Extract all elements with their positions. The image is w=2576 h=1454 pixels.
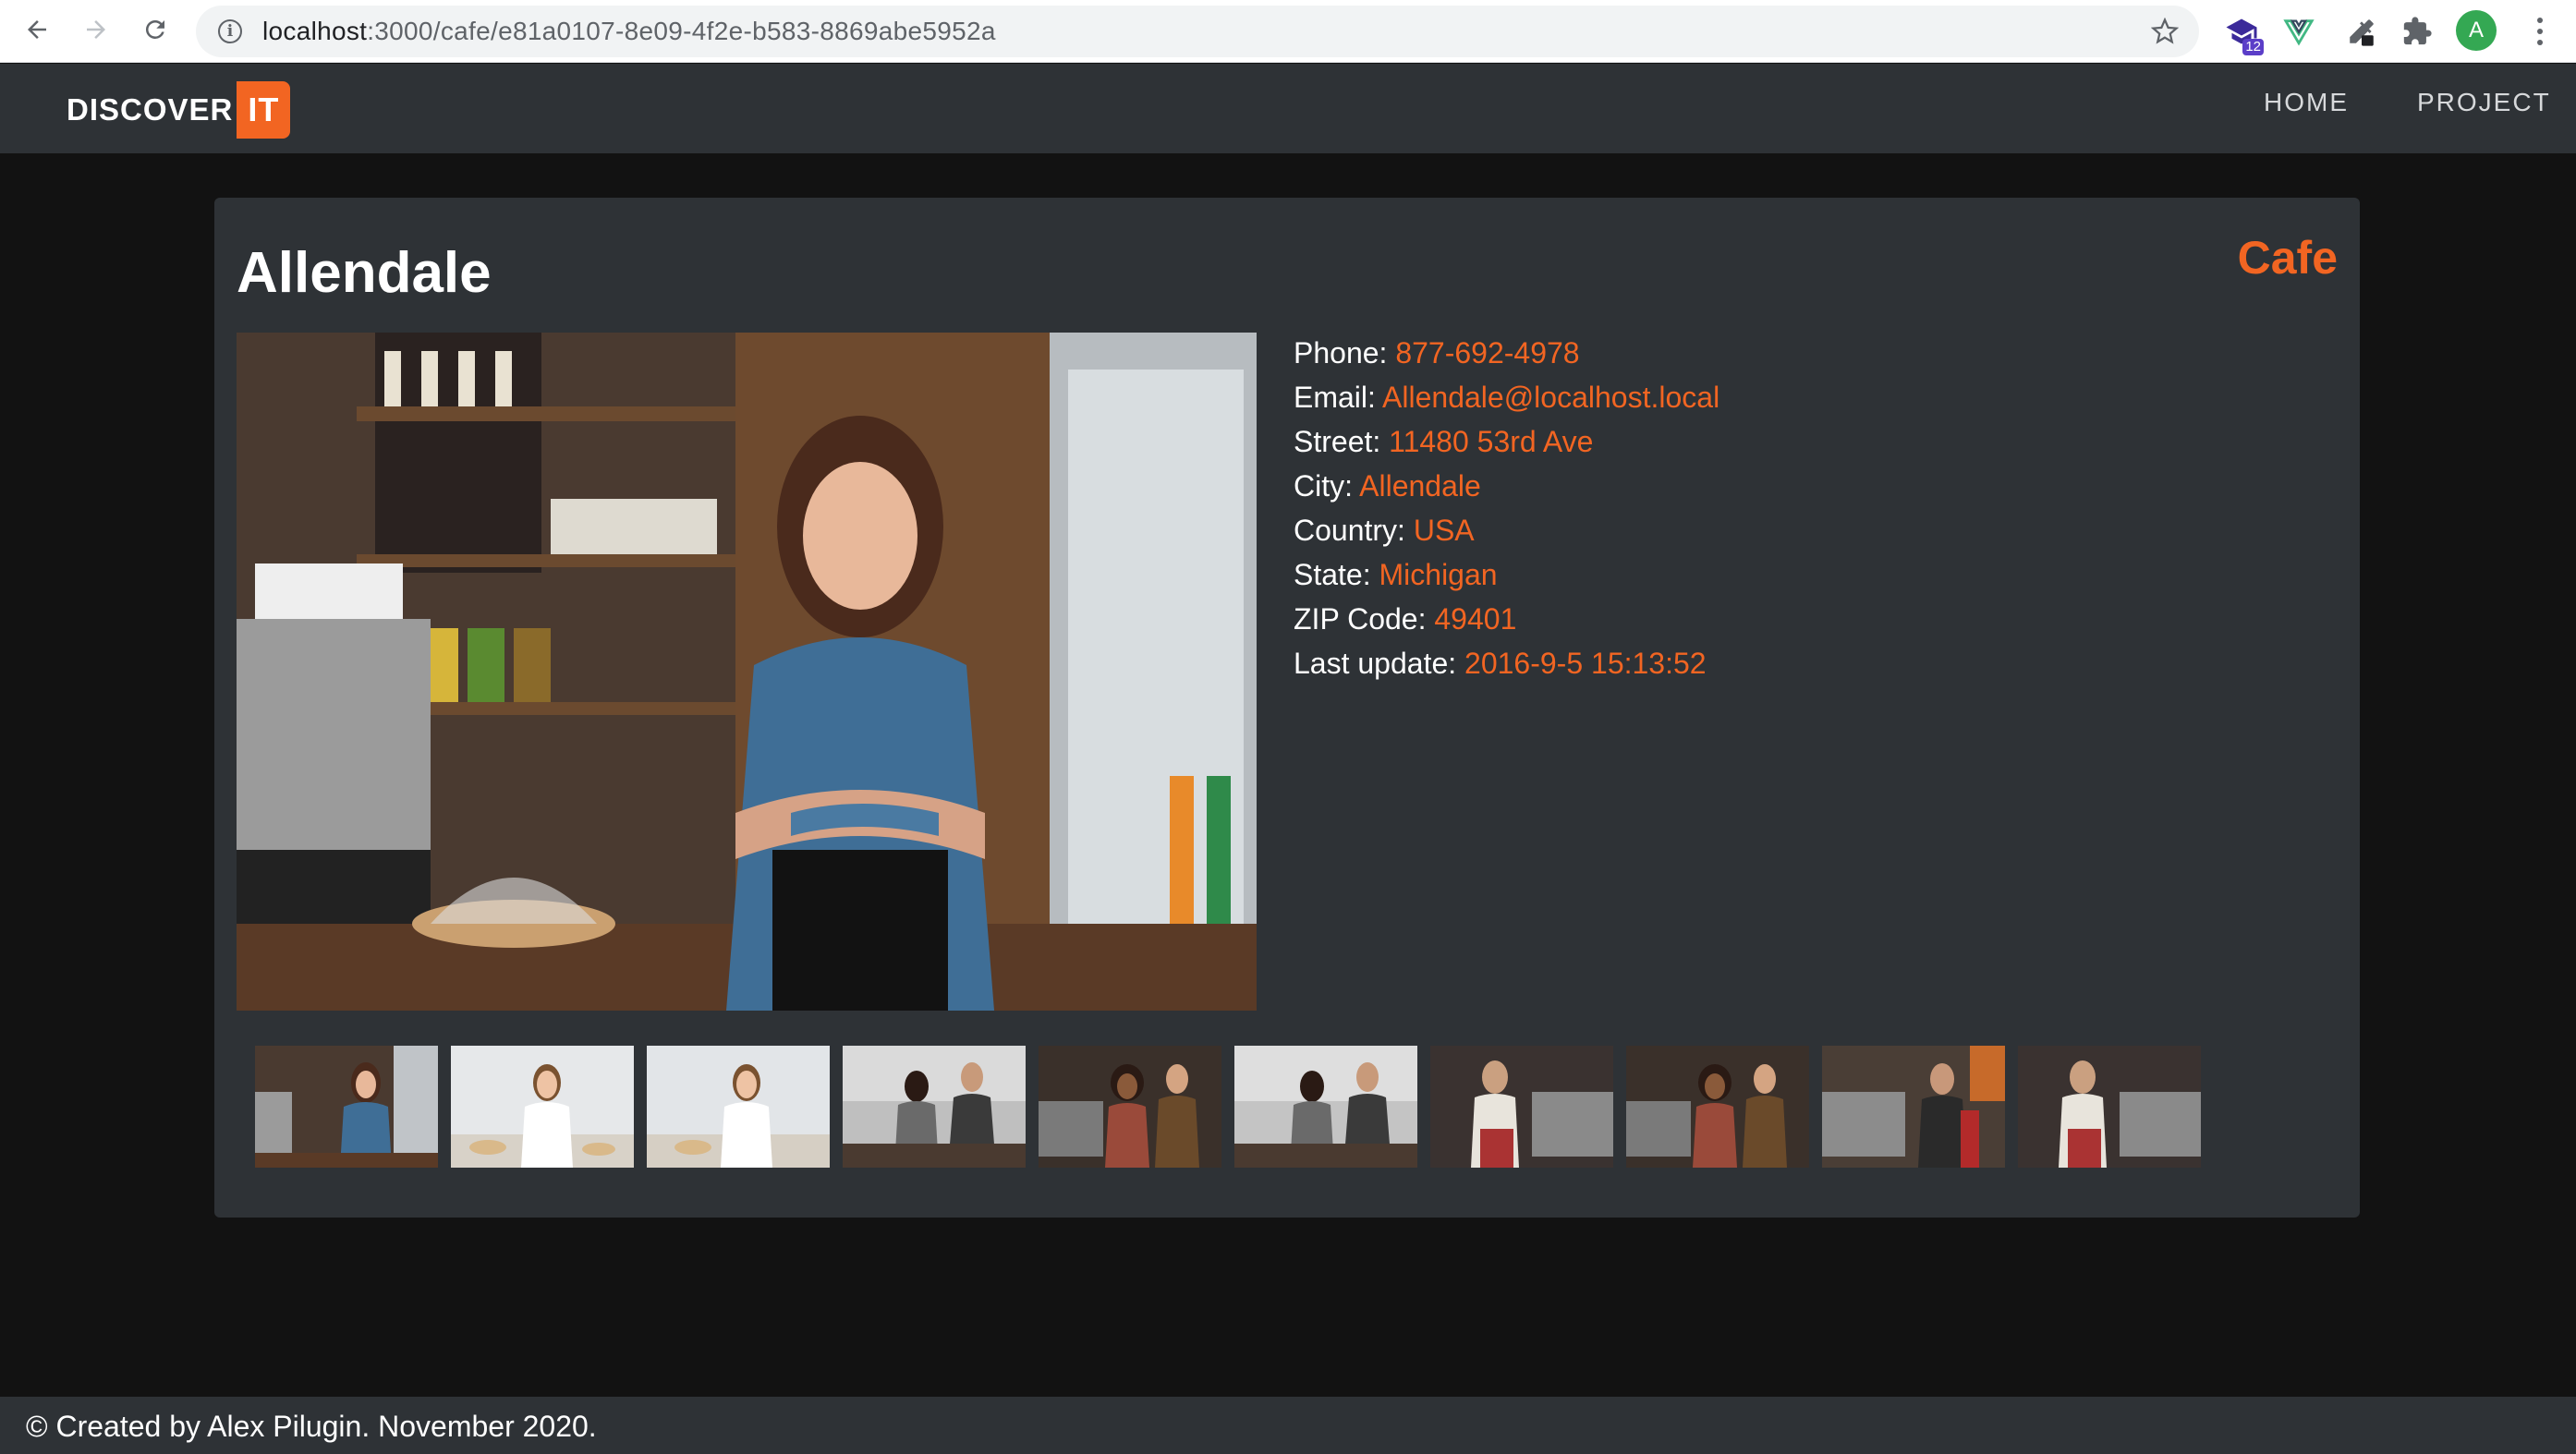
footer: © Created by Alex Pilugin. November 2020…	[0, 1397, 2576, 1454]
detail-zip: ZIP Code: 49401	[1294, 597, 1719, 641]
extension-graduation-icon[interactable]: 12	[2223, 13, 2264, 55]
browser-toolbar: i localhost:3000/cafe/e81a0107-8e09-4f2e…	[0, 0, 2576, 63]
email-value[interactable]: Allendale@localhost.local	[1382, 381, 1719, 414]
extension-badge: 12	[2242, 39, 2264, 55]
detail-last-update: Last update: 2016-9-5 15:13:52	[1294, 641, 1719, 685]
address-bar[interactable]: i localhost:3000/cafe/e81a0107-8e09-4f2e…	[196, 6, 2199, 57]
extension-eyedropper-icon[interactable]	[2343, 13, 2380, 50]
thumbnail-2[interactable]	[451, 1046, 634, 1168]
footer-text: © Created by Alex Pilugin. November 2020…	[26, 1410, 597, 1443]
thumbnail-7[interactable]	[1430, 1046, 1613, 1168]
last-update-value: 2016-9-5 15:13:52	[1464, 647, 1707, 680]
street-value: 11480 53rd Ave	[1389, 425, 1594, 458]
detail-label: Country:	[1294, 514, 1405, 547]
detail-label: Email:	[1294, 381, 1376, 414]
logo[interactable]: DISCOVER IT	[67, 81, 291, 139]
logo-accent: IT	[237, 81, 291, 139]
url-path: :3000/cafe/e81a0107-8e09-4f2e-b583-8869a…	[367, 17, 996, 45]
url-text[interactable]: localhost:3000/cafe/e81a0107-8e09-4f2e-b…	[262, 17, 996, 46]
url-host: localhost	[262, 17, 368, 45]
reload-icon[interactable]	[137, 11, 174, 48]
extension-vue-icon[interactable]	[2280, 13, 2317, 50]
detail-country: Country: USA	[1294, 508, 1719, 552]
detail-state: State: Michigan	[1294, 552, 1719, 597]
thumbnail-strip	[255, 1046, 2201, 1168]
venue-category: Cafe	[2237, 232, 2338, 284]
thumbnail-4[interactable]	[843, 1046, 1026, 1168]
detail-phone: Phone: 877-692-4978	[1294, 331, 1719, 375]
nav-project-link[interactable]: PROJECT	[2417, 88, 2551, 117]
detail-label: Street:	[1294, 425, 1381, 458]
thumbnail-10[interactable]	[2018, 1046, 2201, 1168]
detail-email: Email: Allendale@localhost.local	[1294, 375, 1719, 419]
thumbnail-5[interactable]	[1039, 1046, 1221, 1168]
forward-arrow-icon[interactable]	[78, 11, 115, 48]
venue-title: Allendale	[237, 241, 492, 305]
main-photo	[237, 333, 1257, 1011]
phone-value[interactable]: 877-692-4978	[1395, 336, 1579, 370]
star-icon[interactable]	[2151, 18, 2179, 45]
thumbnail-8[interactable]	[1626, 1046, 1809, 1168]
detail-city: City: Allendale	[1294, 464, 1719, 508]
thumbnail-9[interactable]	[1822, 1046, 2005, 1168]
app-header: DISCOVER IT HOME PROJECT	[0, 64, 2576, 153]
detail-label: Last update:	[1294, 647, 1457, 680]
back-arrow-icon[interactable]	[18, 11, 55, 48]
detail-street: Street: 11480 53rd Ave	[1294, 419, 1719, 464]
city-value: Allendale	[1359, 469, 1481, 503]
thumbnail-1[interactable]	[255, 1046, 438, 1168]
detail-label: City:	[1294, 469, 1353, 503]
extensions-icon[interactable]	[2399, 13, 2436, 50]
thumbnail-3[interactable]	[647, 1046, 830, 1168]
state-value: Michigan	[1379, 558, 1498, 591]
logo-text: DISCOVER	[67, 92, 234, 127]
profile-avatar[interactable]: A	[2456, 10, 2497, 51]
venue-card: Allendale Cafe Phone: 877-692-4978 Email…	[214, 198, 2360, 1218]
more-menu-icon[interactable]	[2526, 11, 2554, 52]
zip-value: 49401	[1434, 602, 1517, 636]
detail-label: State:	[1294, 558, 1371, 591]
detail-label: ZIP Code:	[1294, 602, 1427, 636]
info-icon[interactable]: i	[218, 19, 242, 43]
thumbnail-6[interactable]	[1234, 1046, 1417, 1168]
nav-home-link[interactable]: HOME	[2264, 88, 2349, 117]
venue-details: Phone: 877-692-4978 Email: Allendale@loc…	[1294, 331, 1719, 685]
country-value: USA	[1413, 514, 1475, 547]
detail-label: Phone:	[1294, 336, 1388, 370]
